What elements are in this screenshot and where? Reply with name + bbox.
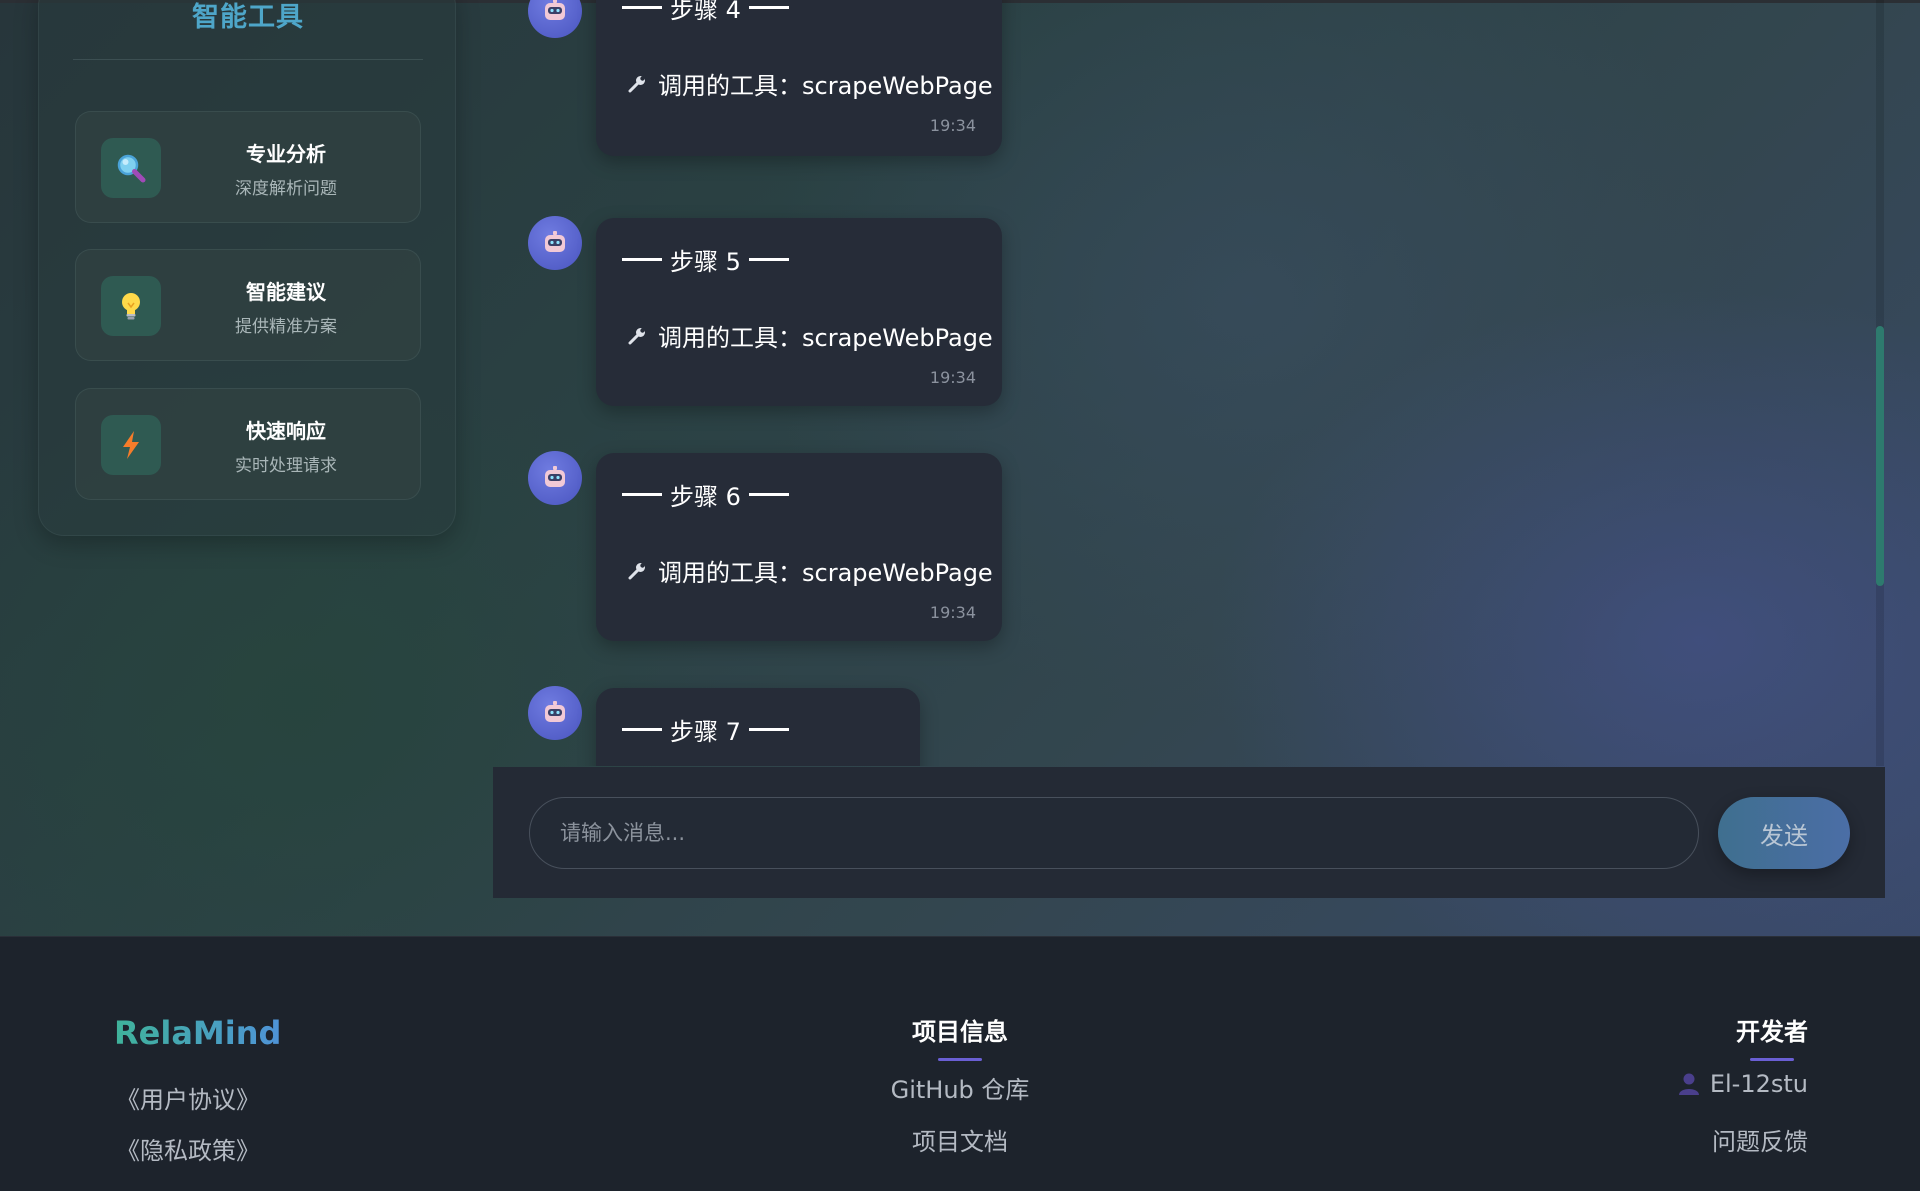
tool-desc: 提供精准方案 — [235, 317, 337, 337]
wrench-icon — [628, 562, 645, 579]
bot-avatar — [528, 216, 582, 270]
message-bubble: 步骤 7 — [596, 688, 920, 766]
tool-name: 快速响应 — [246, 419, 326, 443]
project-docs-text[interactable]: 项目文档 — [912, 1128, 1008, 1156]
tool-card-analysis[interactable]: 专业分析 深度解析问题 — [75, 111, 421, 223]
send-button[interactable]: 发送 — [1718, 797, 1850, 869]
main-area: 智能工具 专业分析 深度解析问题 智能建议 提供精准方案 快速响应 实时处理请求… — [0, 0, 1920, 936]
chat-scrollbar-thumb[interactable] — [1876, 326, 1884, 586]
step-header: 步骤 4 — [622, 0, 789, 25]
tool-desc: 深度解析问题 — [235, 179, 337, 199]
wrench-icon — [628, 327, 645, 344]
project-info-title: 项目信息 — [0, 1012, 1920, 1061]
tool-call-line: 调用的工具：scrapeWebPage — [626, 318, 993, 353]
tool-name: 智能建议 — [246, 280, 326, 304]
tool-card-suggestion[interactable]: 智能建议 提供精准方案 — [75, 249, 421, 361]
tool-card-response[interactable]: 快速响应 实时处理请求 — [75, 388, 421, 500]
project-docs-link: 项目文档 — [0, 1122, 1920, 1157]
app-window: 智能工具 专业分析 深度解析问题 智能建议 提供精准方案 快速响应 实时处理请求… — [0, 0, 1920, 1191]
footer: RelaMind 《用户协议》 《隐私政策》 项目信息 GitHub 仓库 项目… — [0, 936, 1920, 1191]
tools-panel: 智能工具 专业分析 深度解析问题 智能建议 提供精准方案 快速响应 实时处理请求 — [38, 0, 456, 536]
message-time: 19:34 — [929, 116, 976, 135]
bot-avatar — [528, 451, 582, 505]
user-icon — [1678, 1073, 1699, 1095]
message-bubble: 步骤 6 调用的工具：scrapeWebPage 19:34 — [596, 453, 1002, 641]
lightbulb-icon — [101, 276, 161, 336]
message-input[interactable] — [529, 797, 1699, 869]
wrench-icon — [628, 75, 645, 92]
footer-divider — [0, 936, 1920, 937]
tool-call-line: 调用的工具：scrapeWebPage — [626, 66, 993, 101]
message-bubble: 步骤 4 调用的工具：scrapeWebPage 19:34 — [596, 0, 1002, 156]
chat-input-bar: 发送 — [493, 767, 1885, 898]
chat-messages[interactable]: 步骤 4 调用的工具：scrapeWebPage 19:34 步骤 5 调用的工… — [500, 0, 1880, 766]
magnifier-icon — [101, 138, 161, 198]
bot-avatar — [528, 0, 582, 38]
bot-avatar — [528, 686, 582, 740]
step-header: 步骤 7 — [622, 712, 789, 747]
developer-link[interactable]: El-12stu — [1678, 1070, 1808, 1098]
tools-divider — [73, 59, 423, 60]
message-time: 19:34 — [929, 368, 976, 387]
tools-title: 智能工具 — [192, 2, 304, 33]
step-header: 步骤 6 — [622, 477, 789, 512]
step-header: 步骤 5 — [622, 242, 789, 277]
lightning-icon — [101, 415, 161, 475]
developer-title: 开发者 — [1736, 1012, 1808, 1061]
tool-call-line: 调用的工具：scrapeWebPage — [626, 553, 993, 588]
message-bubble: 步骤 5 调用的工具：scrapeWebPage 19:34 — [596, 218, 1002, 406]
tool-name: 专业分析 — [246, 142, 326, 166]
github-repo-text[interactable]: GitHub 仓库 — [891, 1076, 1030, 1104]
message-time: 19:34 — [929, 603, 976, 622]
github-repo-link: GitHub 仓库 — [0, 1070, 1920, 1105]
tool-desc: 实时处理请求 — [235, 456, 337, 476]
feedback-link[interactable]: 问题反馈 — [1712, 1122, 1808, 1157]
